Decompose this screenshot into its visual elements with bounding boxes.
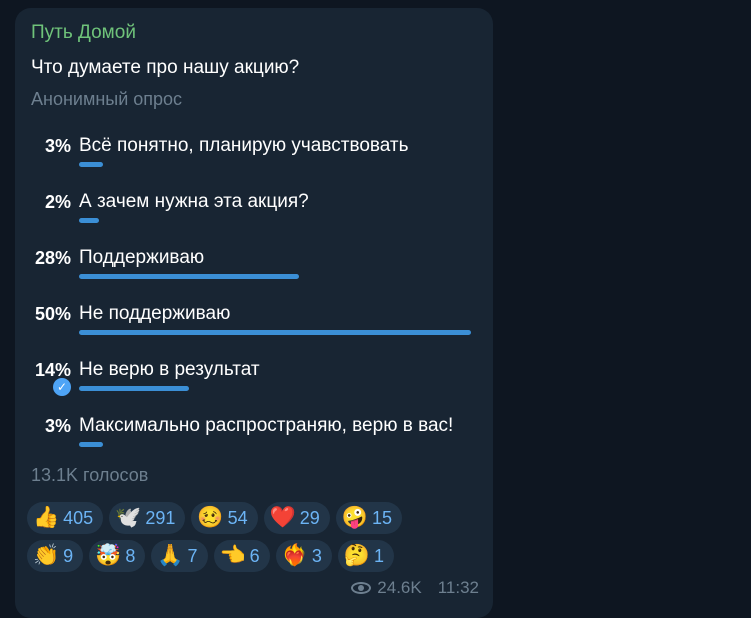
reaction-button[interactable]: 🥴 54 — [191, 502, 258, 534]
message-time: 11:32 — [437, 578, 479, 597]
poll-option-percent: 3% — [44, 136, 71, 156]
poll-option-bar — [79, 330, 471, 335]
reaction-button[interactable]: 🤯 8 — [89, 540, 146, 572]
channel-name[interactable]: Путь Домой — [31, 22, 136, 44]
poll-option-percent: 28% — [34, 248, 71, 268]
reaction-button[interactable]: 👏 9 — [27, 540, 84, 572]
poll-option-percent: 3% — [44, 416, 71, 436]
reaction-button[interactable]: ❤️ 29 — [263, 502, 330, 534]
poll-option[interactable]: 3% Максимально распространяю, верю в вас! — [0, 413, 493, 463]
reaction-count: 15 — [371, 507, 392, 528]
poll-option-label: Не верю в результат — [79, 359, 260, 380]
total-votes[interactable]: 13.1K голосов — [31, 465, 148, 486]
reaction-count: 3 — [311, 545, 322, 566]
selected-check-icon: ✓ — [53, 378, 71, 396]
reaction-count: 1 — [374, 545, 385, 566]
reactions-row-1: 👍 405 🕊️ 291 🥴 54 ❤️ 29 🤪 15 — [27, 502, 402, 534]
reaction-count: 9 — [63, 545, 74, 566]
poll-option-percent: 2% — [44, 192, 71, 212]
poll-option-label: Не поддерживаю — [79, 303, 231, 324]
reaction-button[interactable]: ❤️‍🔥 3 — [275, 540, 332, 572]
reaction-emoji-icon: 🤯 — [95, 544, 122, 567]
reaction-count: 29 — [299, 507, 320, 528]
poll-option[interactable]: 2% А зачем нужна эта акция? — [0, 189, 493, 239]
reaction-button[interactable]: 🤔 1 — [337, 540, 395, 572]
reaction-emoji-icon: 🕊️ — [115, 506, 142, 529]
reaction-emoji-icon: 👍 — [33, 506, 60, 529]
reaction-button[interactable]: 🤪 15 — [335, 502, 402, 534]
poll-option-label: А зачем нужна эта акция? — [79, 191, 309, 212]
reaction-emoji-icon: 🥴 — [197, 506, 224, 529]
reaction-button[interactable]: 👈 6 — [213, 540, 270, 572]
poll-option[interactable]: 28% Поддерживаю — [0, 245, 493, 295]
poll-option-bar — [79, 274, 299, 279]
reaction-emoji-icon: 👈 — [219, 544, 246, 567]
poll-option-bar — [79, 442, 103, 447]
message-meta: 24.6K 11:32 — [351, 578, 479, 598]
poll-option-label: Максимально распространяю, верю в вас! — [79, 415, 454, 436]
reaction-button[interactable]: 🕊️ 291 — [109, 502, 186, 534]
reaction-count: 405 — [63, 507, 94, 528]
poll-question: Что думаете про нашу акцию? — [31, 57, 300, 78]
poll-option-bar — [79, 386, 189, 391]
reaction-count: 291 — [145, 507, 176, 528]
reaction-count: 8 — [125, 545, 136, 566]
reactions-row-2: 👏 9 🤯 8 🙏 7 👈 6 ❤️‍🔥 3 🤔 1 — [27, 540, 395, 572]
reaction-count: 7 — [187, 545, 198, 566]
poll-option[interactable]: 50% Не поддерживаю — [0, 301, 493, 351]
reaction-button[interactable]: 🙏 7 — [151, 540, 208, 572]
poll-option[interactable]: 14% Не верю в результат ✓ — [0, 357, 493, 407]
poll-option-percent: 50% — [34, 304, 71, 324]
views-count: 24.6K — [377, 578, 422, 597]
poll-option-bar — [79, 218, 99, 223]
poll-type: Анонимный опрос — [31, 89, 183, 109]
reaction-emoji-icon: 🤔 — [343, 544, 371, 567]
reaction-count: 54 — [227, 507, 248, 528]
poll-option[interactable]: 3% Всё понятно, планирую учавствовать — [0, 133, 493, 183]
reaction-count: 6 — [249, 545, 260, 566]
reaction-emoji-icon: ❤️‍🔥 — [281, 544, 308, 567]
poll-option-bar — [79, 162, 103, 167]
reaction-emoji-icon: 🤪 — [341, 506, 368, 529]
reaction-button[interactable]: 👍 405 — [27, 502, 104, 534]
reaction-emoji-icon: ❤️ — [269, 506, 296, 529]
reaction-emoji-icon: 🙏 — [157, 544, 184, 567]
poll-option-label: Поддерживаю — [79, 247, 205, 268]
eye-icon — [351, 582, 372, 594]
reaction-emoji-icon: 👏 — [33, 544, 60, 567]
poll-option-label: Всё понятно, планирую учавствовать — [79, 135, 409, 156]
